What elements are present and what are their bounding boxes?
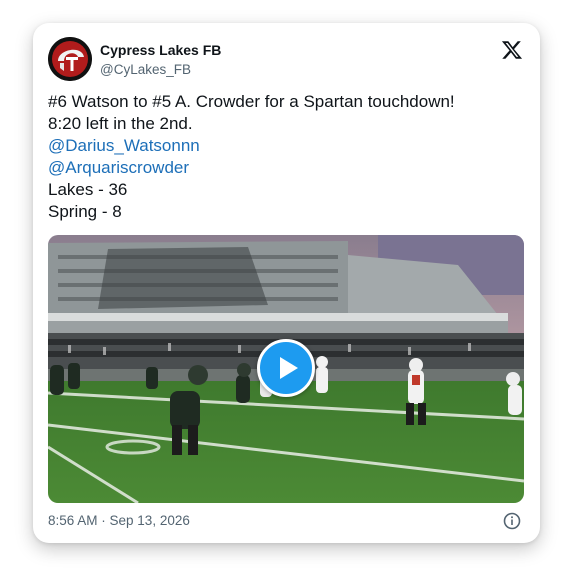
tweet-header: Cypress Lakes FB @CyLakes_FB: [48, 37, 525, 83]
tweet-card[interactable]: Cypress Lakes FB @CyLakes_FB #6 Watson t…: [33, 23, 540, 543]
tweet-footer: 8:56 AM · Sep 13, 2026: [48, 512, 525, 530]
author-handle[interactable]: @CyLakes_FB: [100, 61, 221, 79]
avatar[interactable]: [48, 37, 92, 81]
tweet-text-line: 8:20 left in the 2nd.: [48, 114, 193, 133]
info-icon[interactable]: [503, 512, 521, 530]
mention-link[interactable]: @Arquariscrowder: [48, 157, 518, 179]
mention-link[interactable]: @Darius_Watsonnn: [48, 135, 518, 157]
play-icon: [280, 357, 298, 379]
video-media[interactable]: [48, 235, 524, 503]
score-line: Lakes - 36: [48, 180, 128, 199]
tweet-text-line: #6 Watson to #5 A. Crowder for a Spartan…: [48, 92, 455, 111]
timestamp-link[interactable]: 8:56 AM · Sep 13, 2026: [48, 513, 190, 528]
play-button[interactable]: [257, 339, 315, 397]
tweet-text: #6 Watson to #5 A. Crowder for a Spartan…: [48, 91, 518, 223]
cypress-lakes-logo-icon: [48, 37, 92, 81]
x-logo-icon[interactable]: [501, 39, 523, 61]
score-line: Spring - 8: [48, 202, 122, 221]
author-names: Cypress Lakes FB @CyLakes_FB: [100, 41, 221, 79]
author-display-name[interactable]: Cypress Lakes FB: [100, 41, 221, 59]
